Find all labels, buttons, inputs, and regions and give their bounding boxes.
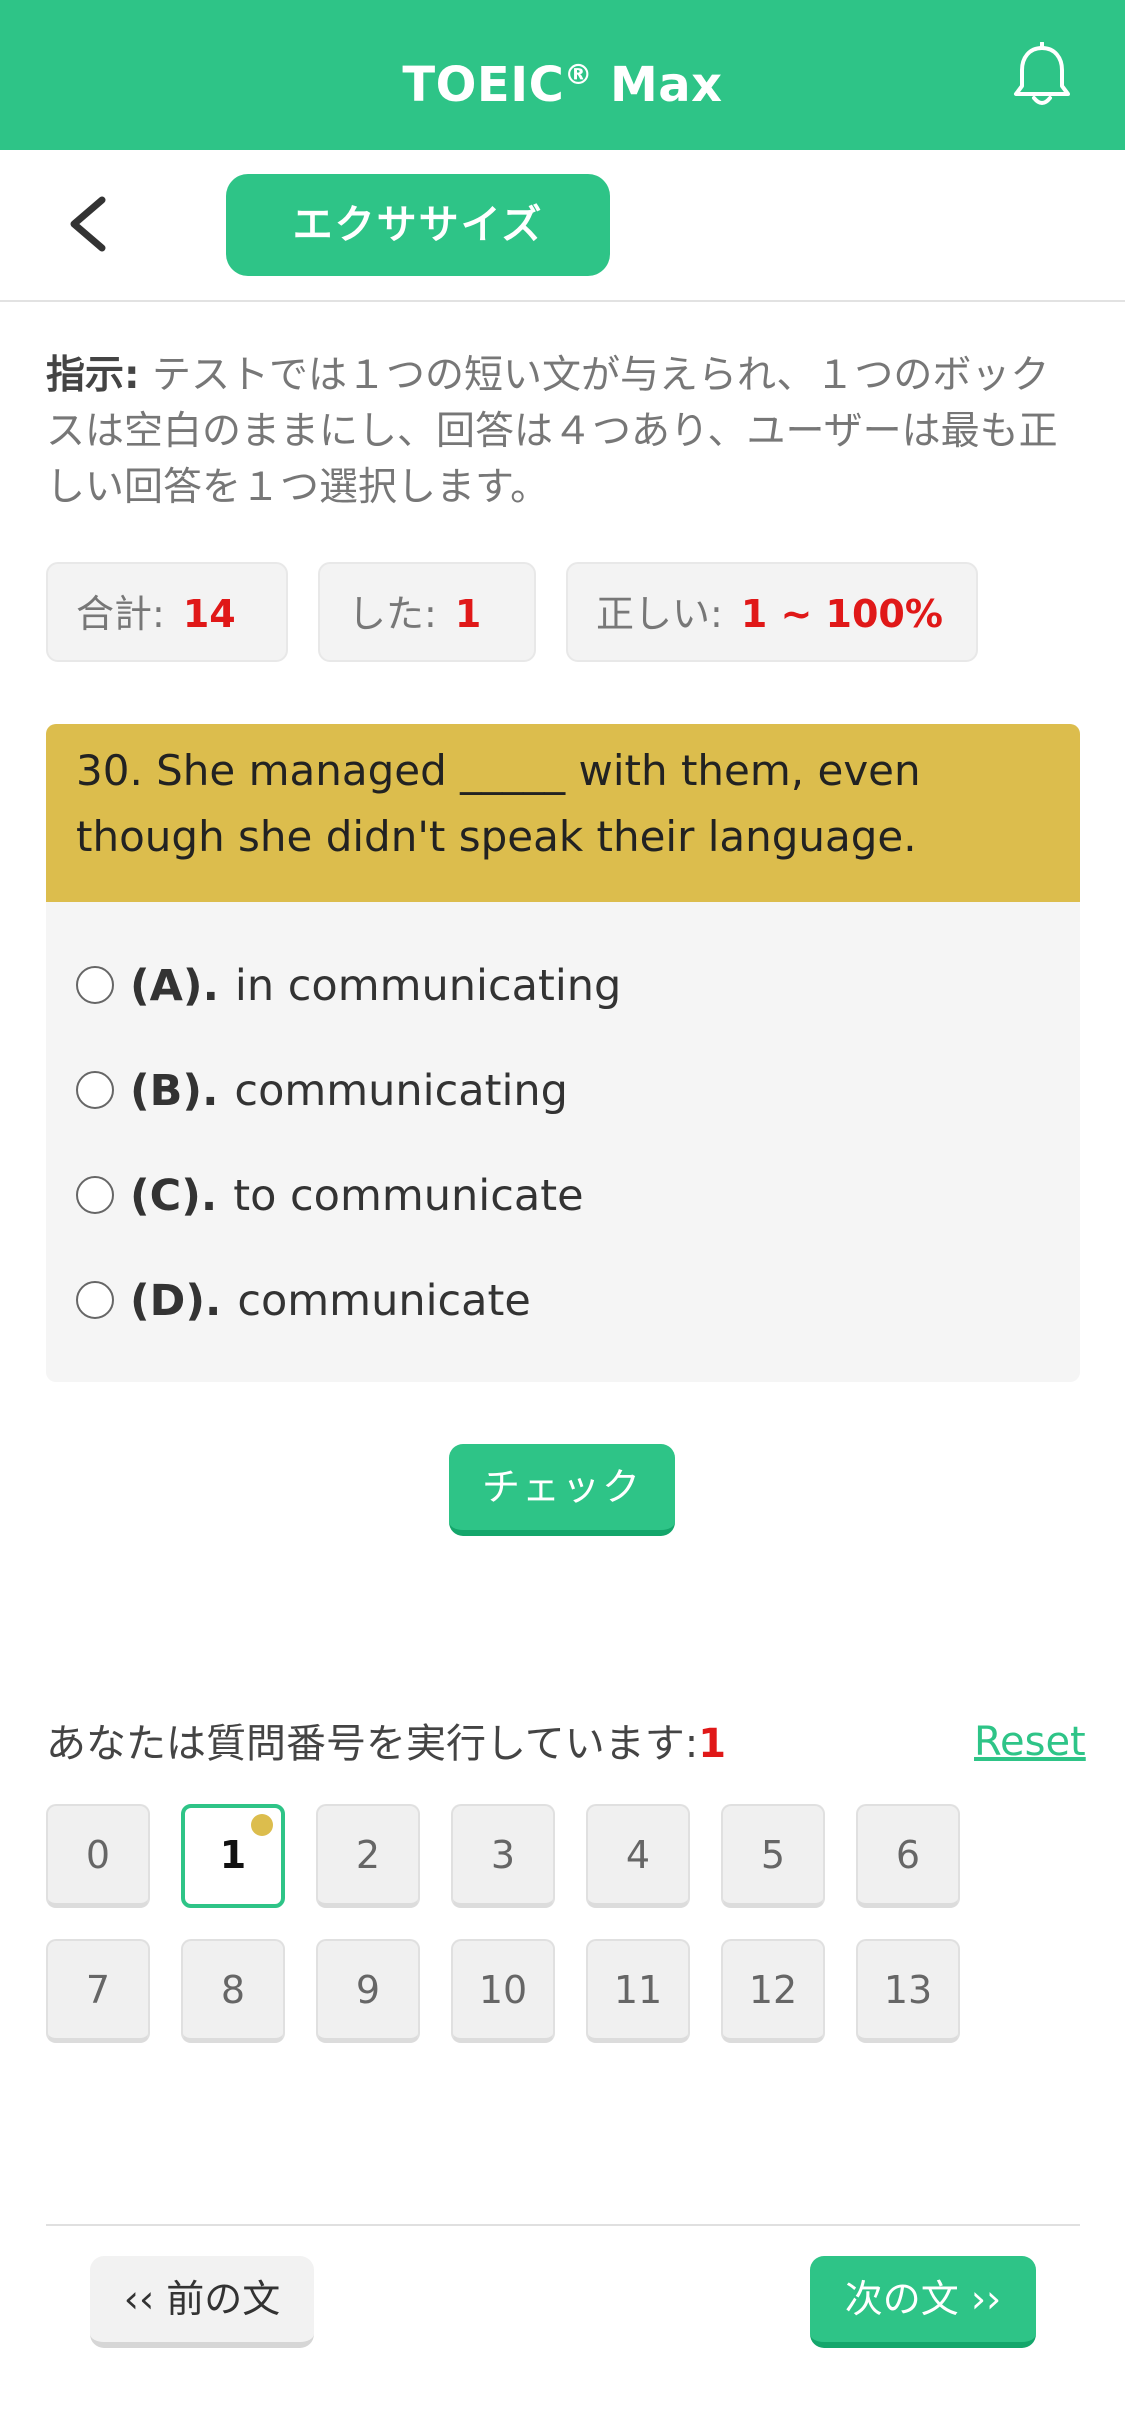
question-number-button[interactable]: 4 (586, 1804, 690, 1908)
radio-icon[interactable] (76, 1070, 114, 1109)
check-button[interactable]: チェック (449, 1444, 675, 1536)
bell-icon[interactable] (1010, 42, 1074, 110)
option-d[interactable]: (D). communicate (76, 1271, 531, 1331)
radio-icon[interactable] (76, 965, 114, 1004)
progress-label: あなたは質問番号を実行しています:1 (46, 1721, 727, 1767)
app-header: TOEIC® Max (0, 0, 1125, 150)
stat-done: した: 1 (318, 562, 536, 662)
question-number-button[interactable]: 7 (46, 1939, 150, 2043)
divider (46, 2224, 1080, 2226)
question-number-button[interactable]: 11 (586, 1939, 690, 2043)
question-number-button-active[interactable]: 1 (181, 1804, 285, 1908)
app-title: TOEIC® Max (402, 57, 723, 113)
question-number-button[interactable]: 3 (451, 1804, 555, 1908)
question-number-button[interactable]: 2 (316, 1804, 420, 1908)
question-number-button[interactable]: 8 (181, 1939, 285, 2043)
reset-link[interactable]: Reset (974, 1714, 1086, 1770)
stat-total: 合計: 14 (46, 562, 288, 662)
tab-exercise[interactable]: エクササイズ (226, 174, 610, 276)
chevron-left-icon[interactable] (66, 196, 110, 252)
question-number-button[interactable]: 9 (316, 1939, 420, 2043)
instructions-label: 指示: (46, 353, 140, 398)
option-b[interactable]: (B). communicating (76, 1061, 568, 1121)
radio-icon[interactable] (76, 1175, 114, 1214)
question-number-button[interactable]: 12 (721, 1939, 825, 2043)
radio-icon[interactable] (76, 1280, 114, 1319)
question-number-button[interactable]: 13 (856, 1939, 960, 2043)
instructions-text: テストでは１つの短い文が与えられ、１つのボックスは空白のままにし、回答は４つあり… (46, 353, 1058, 510)
stat-correct: 正しい: 1 ~ 100% (566, 562, 978, 662)
option-a[interactable]: (A). in communicating (76, 956, 621, 1016)
question-number-button[interactable]: 5 (721, 1804, 825, 1908)
stat-correct-value: 1 ~ 100% (740, 592, 943, 636)
instructions: 指示: テストでは１つの短い文が与えられ、１つのボックスは空白のままにし、回答は… (46, 348, 1080, 516)
question-card: 30. She managed _____ with them, even th… (46, 724, 1080, 1382)
question-text: 30. She managed _____ with them, even th… (46, 724, 1080, 902)
current-marker-dot (251, 1814, 273, 1836)
question-number-button[interactable]: 10 (451, 1939, 555, 2043)
question-number-button[interactable]: 6 (856, 1804, 960, 1908)
option-c[interactable]: (C). to communicate (76, 1166, 584, 1226)
current-question-number: 1 (698, 1721, 727, 1767)
next-sentence-button[interactable]: 次の文 ›› (810, 2256, 1036, 2348)
previous-sentence-button[interactable]: ‹‹ 前の文 (90, 2256, 314, 2348)
stat-total-value: 14 (182, 592, 236, 636)
question-number-button[interactable]: 0 (46, 1804, 150, 1908)
stat-done-value: 1 (454, 592, 482, 636)
